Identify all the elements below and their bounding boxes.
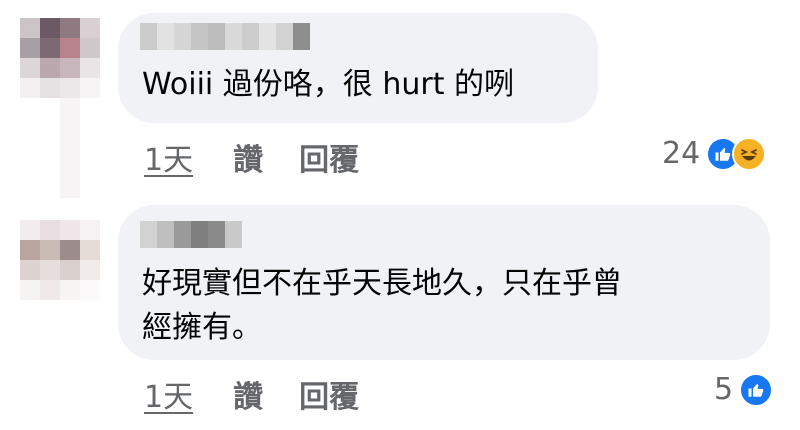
reactions-summary[interactable]: 5 [714, 372, 774, 407]
avatar-pixel [60, 78, 80, 98]
avatar-pixel [80, 220, 100, 240]
name-pixel [174, 23, 191, 50]
reactions-summary[interactable]: 24 [662, 136, 767, 171]
name-pixel [191, 23, 208, 50]
avatar-pixel [40, 78, 60, 98]
avatar-pixel [40, 58, 60, 78]
like-button[interactable]: 讚 [233, 372, 263, 416]
name-pixel [242, 23, 259, 50]
avatar-pixel [80, 240, 100, 260]
timestamp-link[interactable]: 1天 [144, 135, 193, 179]
reply-button[interactable]: 回覆 [299, 372, 359, 416]
comment-bubble: Woiii 過份咯，很 hurt 的咧 [118, 13, 598, 123]
avatar-pixel [80, 260, 100, 280]
reply-button[interactable]: 回覆 [299, 135, 359, 179]
name-pixel [276, 23, 293, 50]
name-pixel [208, 23, 225, 50]
reaction-count: 24 [662, 136, 701, 171]
avatar-pixel [80, 58, 100, 78]
avatar-pixel [40, 280, 60, 300]
name-pixel [208, 221, 225, 248]
like-icon [739, 372, 774, 407]
avatar-pixel [60, 220, 80, 240]
avatar-pixel [60, 18, 80, 38]
avatar[interactable] [20, 220, 100, 300]
avatar-pixel [20, 280, 40, 300]
avatar-pixel [20, 58, 40, 78]
timestamp-link[interactable]: 1天 [144, 372, 193, 416]
avatar-pixel [20, 78, 40, 98]
name-pixel [174, 221, 191, 248]
avatar-pixel [60, 58, 80, 78]
name-pixel [293, 23, 310, 50]
avatar-pixel [40, 240, 60, 260]
name-pixel [157, 221, 174, 248]
avatar-pixel [60, 38, 80, 58]
name-pixel [140, 23, 157, 50]
avatar-pixel [60, 240, 80, 260]
thread-line [60, 98, 80, 198]
comment-text: 好現實但不在乎天長地久，只在乎曾 經擁有。 [142, 262, 622, 350]
comment-text-line: Woiii 過份咯，很 hurt 的咧 [142, 67, 514, 102]
name-pixel [191, 221, 208, 248]
avatar-pixel [60, 260, 80, 280]
reaction-count: 5 [714, 372, 734, 407]
name-pixel [140, 221, 157, 248]
avatar-pixel [20, 38, 40, 58]
haha-icon [732, 136, 767, 171]
avatar-pixel [80, 280, 100, 300]
comment-bubble: 好現實但不在乎天長地久，只在乎曾 經擁有。 [118, 205, 770, 360]
name-pixel [225, 221, 242, 248]
avatar-pixel [80, 38, 100, 58]
comment-text-line: 好現實但不在乎天長地久，只在乎曾 [142, 266, 622, 301]
commenter-name[interactable] [140, 221, 242, 248]
comment-actions: 1天 讚 回覆 [144, 372, 359, 416]
avatar-pixel [20, 240, 40, 260]
avatar-pixel [40, 18, 60, 38]
avatar-pixel [60, 280, 80, 300]
name-pixel [225, 23, 242, 50]
avatar[interactable] [20, 18, 100, 98]
avatar-pixel [80, 18, 100, 38]
comment-actions: 1天 讚 回覆 [144, 135, 359, 179]
avatar-pixel [20, 220, 40, 240]
comment-text-line: 經擁有。 [142, 310, 262, 345]
comment-text: Woiii 過份咯，很 hurt 的咧 [142, 63, 514, 107]
avatar-pixel [80, 78, 100, 98]
avatar-pixel [40, 38, 60, 58]
like-button[interactable]: 讚 [233, 135, 263, 179]
name-pixel [259, 23, 276, 50]
avatar-pixel [40, 260, 60, 280]
avatar-pixel [20, 260, 40, 280]
commenter-name[interactable] [140, 23, 310, 50]
avatar-pixel [20, 18, 40, 38]
name-pixel [157, 23, 174, 50]
avatar-pixel [40, 220, 60, 240]
